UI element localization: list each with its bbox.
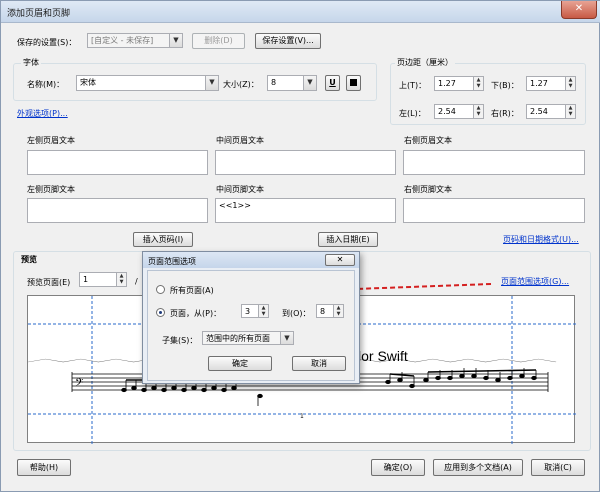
preview-page-field[interactable]: 1 ▲ ▼: [79, 272, 127, 287]
insert-page-number-button[interactable]: 插入页码(I): [133, 232, 193, 247]
page-date-format-link[interactable]: 页码和日期格式(U)...: [503, 234, 579, 245]
svg-text:𝄢: 𝄢: [75, 377, 83, 392]
to-page-field[interactable]: 8 ▲ ▼: [316, 304, 344, 318]
delete-button[interactable]: 删除(D): [192, 33, 245, 49]
chevron-down-icon: ▼: [205, 76, 218, 90]
subset-combo[interactable]: 范围中的所有页面 ▼: [202, 331, 294, 345]
title-bar: 添加页眉和页脚 ✕: [1, 1, 600, 23]
dialog-body: 所有页面(A) 页面，从(P)： 3 ▲ ▼ 到(O)： 8 ▲ ▼ 子集(S)： …: [147, 270, 355, 381]
margin-top-label: 上(T)：: [399, 81, 427, 90]
center-header-textbox[interactable]: [215, 150, 396, 175]
dialog-close-button[interactable]: ✕: [325, 254, 355, 266]
spinner-icon[interactable]: ▲ ▼: [565, 105, 575, 118]
margin-bottom-label: 下(B)：: [491, 81, 519, 90]
page-range-dialog: 页面范围选项 ✕ 所有页面(A) 页面，从(P)： 3 ▲ ▼ 到(O)： 8 ▲…: [142, 251, 360, 384]
preview-page-value: 1: [83, 275, 89, 284]
font-size-label: 大小(Z)：: [223, 80, 259, 89]
page-range-options-link[interactable]: 页面范围选项(G)...: [501, 276, 569, 287]
pages-from-label: 页面，从(P)：: [170, 309, 222, 318]
font-name-combo[interactable]: 宋体 ▼: [76, 75, 219, 91]
ok-button[interactable]: 确定(O): [371, 459, 425, 476]
spinner-icon[interactable]: ▲ ▼: [473, 105, 483, 118]
all-pages-radio[interactable]: [156, 285, 165, 294]
saved-settings-combo[interactable]: [自定义 - 未保存] ▼: [87, 33, 183, 48]
font-name-label: 名称(M)：: [27, 80, 65, 89]
dialog-cancel-button[interactable]: 取消: [292, 356, 346, 371]
margin-left-label: 左(L)：: [399, 109, 426, 118]
font-size-value: 8: [271, 78, 277, 87]
spinner-icon[interactable]: ▲ ▼: [473, 77, 483, 90]
margin-bottom-value: 1.27: [530, 79, 548, 88]
font-color-button[interactable]: [346, 75, 361, 91]
margin-right-field[interactable]: 2.54 ▲ ▼: [526, 104, 576, 119]
preview-page-number: 1: [300, 413, 304, 420]
center-footer-value: <<1>>: [219, 201, 251, 210]
to-page-value: 8: [320, 307, 326, 316]
spinner-icon[interactable]: ▲ ▼: [565, 77, 575, 90]
font-name-value: 宋体: [80, 78, 96, 87]
underline-button[interactable]: U: [325, 75, 340, 91]
margin-left-value: 2.54: [438, 107, 456, 116]
window-close-button[interactable]: ✕: [561, 1, 597, 19]
margin-top-field[interactable]: 1.27 ▲ ▼: [434, 76, 484, 91]
preview-section-label: 预览: [19, 254, 39, 265]
saved-settings-label: 保存的设置(S)：: [17, 38, 77, 47]
subset-value: 范围中的所有页面: [206, 334, 270, 343]
pages-from-radio[interactable]: [156, 308, 165, 317]
preview-title-text: lor Swift: [358, 348, 408, 364]
from-page-field[interactable]: 3 ▲ ▼: [241, 304, 269, 318]
spinner-icon[interactable]: ▲ ▼: [258, 305, 268, 317]
left-header-textbox[interactable]: [27, 150, 208, 175]
margin-right-label: 右(R)：: [491, 109, 519, 118]
center-header-label: 中间页眉文本: [216, 136, 264, 145]
left-footer-textbox[interactable]: [27, 198, 208, 223]
right-header-label: 右侧页眉文本: [404, 136, 452, 145]
chevron-down-icon: ▼: [303, 76, 316, 90]
subset-label: 子集(S)：: [162, 336, 198, 345]
spinner-icon[interactable]: ▲ ▼: [116, 273, 126, 286]
annotation-arrow: [343, 283, 492, 294]
margin-right-value: 2.54: [530, 107, 548, 116]
left-footer-label: 左侧页脚文本: [27, 185, 75, 194]
chevron-down-icon: ▼: [280, 332, 293, 344]
right-footer-textbox[interactable]: [403, 198, 585, 223]
appearance-options-link[interactable]: 外观选项(P)...: [17, 108, 68, 119]
saved-settings-value: [自定义 - 未保存]: [91, 36, 154, 45]
to-page-label: 到(O)：: [282, 309, 311, 318]
margins-section-label: 页边距（厘米）: [395, 57, 455, 68]
insert-date-button[interactable]: 插入日期(E): [318, 232, 378, 247]
all-pages-label: 所有页面(A): [170, 286, 214, 295]
font-section-label: 字体: [21, 57, 41, 68]
chevron-down-icon: ▼: [169, 34, 182, 47]
right-footer-label: 右侧页脚文本: [404, 185, 452, 194]
center-footer-textbox[interactable]: <<1>>: [215, 198, 396, 223]
font-size-combo[interactable]: 8 ▼: [267, 75, 317, 91]
dialog-title: 页面范围选项: [148, 257, 196, 266]
margin-top-value: 1.27: [438, 79, 456, 88]
center-footer-label: 中间页脚文本: [216, 185, 264, 194]
apply-multiple-button[interactable]: 应用到多个文档(A): [433, 459, 523, 476]
margin-left-field[interactable]: 2.54 ▲ ▼: [434, 104, 484, 119]
spinner-icon[interactable]: ▲ ▼: [333, 305, 343, 317]
left-header-label: 左侧页眉文本: [27, 136, 75, 145]
window-title: 添加页眉和页脚: [7, 9, 71, 19]
margin-bottom-field[interactable]: 1.27 ▲ ▼: [526, 76, 576, 91]
right-header-textbox[interactable]: [403, 150, 585, 175]
help-button[interactable]: 帮助(H): [17, 459, 71, 476]
page-of-separator: /: [135, 277, 138, 286]
from-page-value: 3: [245, 307, 251, 316]
dialog-ok-button[interactable]: 确定: [208, 356, 272, 371]
preview-page-label: 预览页面(E): [27, 278, 71, 287]
cancel-button[interactable]: 取消(C): [531, 459, 585, 476]
dialog-title-bar: 页面范围选项 ✕: [143, 252, 359, 268]
save-settings-button[interactable]: 保存设置(V)...: [255, 33, 321, 49]
header-footer-dialog: 添加页眉和页脚 ✕ 保存的设置(S)： [自定义 - 未保存] ▼ 删除(D) …: [0, 0, 600, 492]
color-swatch-icon: [350, 79, 357, 86]
